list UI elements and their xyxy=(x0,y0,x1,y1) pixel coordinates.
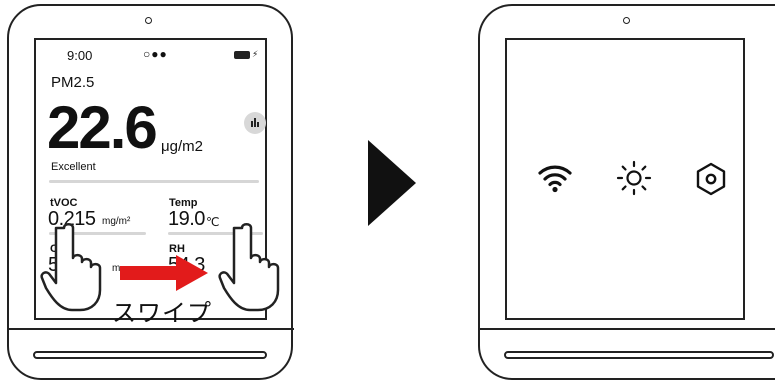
next-step-arrow-icon xyxy=(368,140,416,226)
air-quality-status: Excellent xyxy=(51,161,96,173)
temp-value: 19.0 xyxy=(168,208,205,230)
battery-icon xyxy=(234,51,250,59)
chart-button[interactable] xyxy=(244,112,266,134)
camera-dot xyxy=(145,17,152,24)
hand-pointer-start-icon xyxy=(40,223,102,312)
hand-pointer-end-icon xyxy=(218,223,280,312)
pm-value: 22.6 xyxy=(47,94,158,161)
device-slot xyxy=(33,351,267,359)
right-device-frame xyxy=(477,4,775,380)
pm-unit: μg/m2 xyxy=(161,138,203,155)
wifi-icon[interactable] xyxy=(537,163,573,193)
page-dots: ○●● xyxy=(143,47,168,61)
swipe-label: スワイプ xyxy=(112,300,212,327)
charging-bolt-icon: ⚡ xyxy=(252,49,259,59)
right-screen xyxy=(505,38,745,320)
brightness-icon[interactable] xyxy=(616,160,652,196)
settings-hex-icon[interactable] xyxy=(695,162,727,196)
swipe-arrow xyxy=(120,255,208,291)
pm-label: PM2.5 xyxy=(51,74,95,91)
camera-dot xyxy=(623,17,630,24)
device-base-line xyxy=(477,328,775,330)
device-base-line xyxy=(6,328,294,330)
device-slot xyxy=(504,351,774,359)
divider xyxy=(49,180,259,183)
bar-chart-icon xyxy=(251,118,259,127)
status-time: 9:00 xyxy=(67,48,93,63)
